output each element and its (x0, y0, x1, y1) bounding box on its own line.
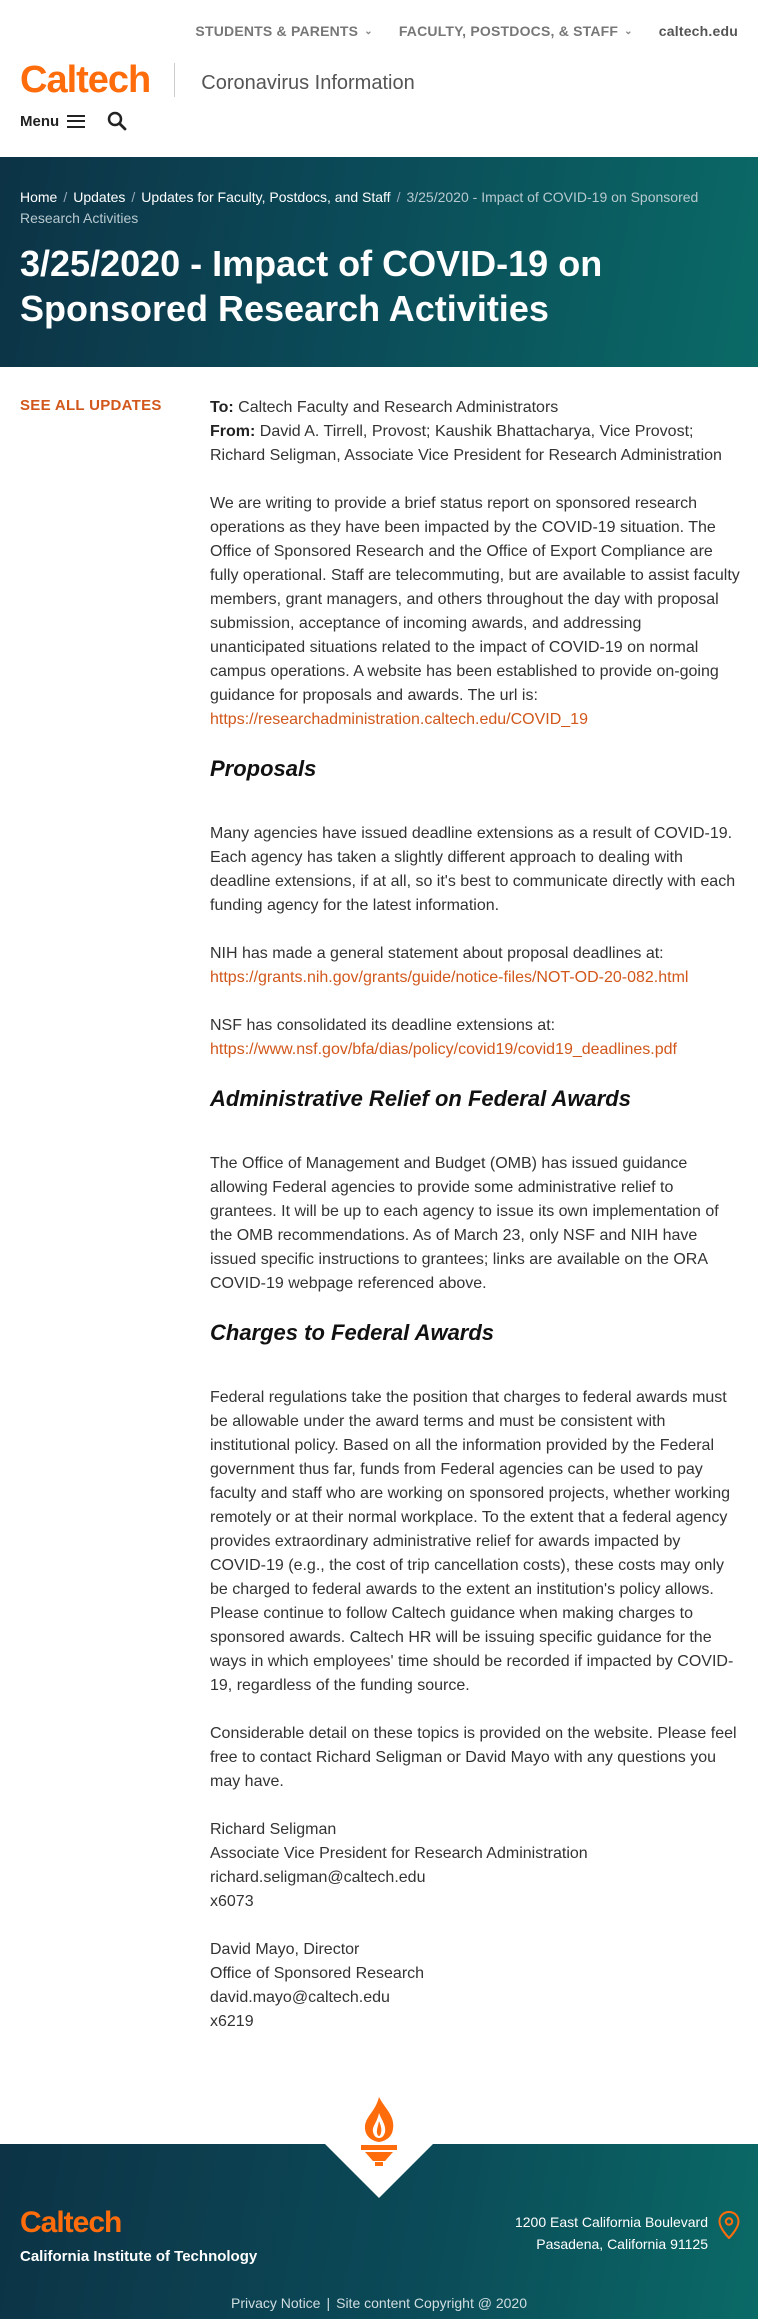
intro-paragraph: We are writing to provide a brief status… (210, 492, 740, 732)
signature-extension: x6219 (210, 2013, 254, 2030)
signature-block: Richard Seligman Associate Vice Presiden… (210, 1818, 740, 1914)
footer-address-line2: Pasadena, California 91125 (536, 2236, 708, 2252)
nih-text: NIH has made a general statement about p… (210, 945, 664, 962)
copyright-text: Site content Copyright @ 2020 (336, 2295, 527, 2311)
nav-faculty-staff[interactable]: FACULTY, POSTDOCS, & STAFF ⌄ (399, 23, 633, 39)
memo-to-label: To: (210, 399, 234, 416)
footer-separator: | (326, 2295, 331, 2311)
intro-text: We are writing to provide a brief status… (210, 495, 740, 704)
menu-label: Menu (20, 112, 60, 130)
chevron-down-icon: ⌄ (364, 25, 373, 37)
signature-name: Richard Seligman (210, 1821, 337, 1838)
signatures: Richard Seligman Associate Vice Presiden… (210, 1818, 740, 2034)
signature-name: David Mayo, Director (210, 1941, 360, 1958)
footer-institution-name: California Institute of Technology (20, 2248, 258, 2265)
nav-caltech-edu-link[interactable]: caltech.edu (659, 23, 738, 39)
page-hero: Home / Updates / Updates for Faculty, Postdo… (0, 157, 758, 367)
breadcrumb-home[interactable]: Home (20, 189, 57, 205)
breadcrumb-faculty-updates[interactable]: Updates for Faculty, Postdocs, and Staff (141, 189, 390, 205)
chevron-down-icon: ⌄ (624, 25, 633, 37)
breadcrumb-separator: / (396, 189, 401, 205)
menu-row: Menu (0, 98, 758, 152)
footer-caltech-logo[interactable]: Caltech (20, 2206, 122, 2240)
section-heading-proposals: Proposals (210, 756, 317, 781)
breadcrumb-separator: / (63, 189, 68, 205)
breadcrumb-updates[interactable]: Updates (73, 189, 125, 205)
nav-students-parents-label: STUDENTS & PARENTS (195, 23, 359, 39)
memo-to-value: Caltech Faculty and Research Administrat… (238, 399, 559, 416)
nav-faculty-staff-label: FACULTY, POSTDOCS, & STAFF (398, 23, 619, 39)
memo-to: To: Caltech Faculty and Research Adminis… (210, 396, 740, 420)
brand-row: Caltech Coronavirus Information (0, 59, 758, 101)
memo-header: To: Caltech Faculty and Research Adminis… (210, 396, 740, 468)
signature-extension: x6073 (210, 1893, 254, 1910)
nsf-paragraph: NSF has consolidated its deadline extens… (210, 1014, 740, 1062)
nsf-deadlines-link[interactable]: https://www.nsf.gov/bfa/dias/policy/covi… (210, 1041, 677, 1058)
page-title: 3/25/2020 - Impact of COVID-19 on Sponso… (20, 243, 603, 329)
signature-email: david.mayo@caltech.edu (210, 1989, 390, 2006)
brand-divider (174, 63, 176, 97)
section-heading-charges: Charges to Federal Awards (210, 1320, 495, 1345)
torch-icon (361, 2097, 397, 2166)
signature-title: Office of Sponsored Research (210, 1965, 425, 1982)
signature-email: richard.seligman@caltech.edu (210, 1869, 426, 1886)
section-heading-admin-relief: Administrative Relief on Federal Awards (210, 1086, 631, 1111)
search-icon[interactable] (107, 111, 127, 131)
contact-paragraph: Considerable detail on these topics is p… (210, 1725, 737, 1790)
footer-bottom-bar: Privacy Notice | Site content Copyright @ … (0, 2295, 758, 2311)
article-body: To: Caltech Faculty and Research Adminis… (210, 396, 740, 2058)
nih-paragraph: NIH has made a general statement about p… (210, 942, 740, 990)
signature-title: Associate Vice President for Research Ad… (210, 1845, 588, 1862)
breadcrumb: Home / Updates / Updates for Faculty, Postdo… (20, 187, 738, 229)
footer-address-line1: 1200 East California Boulevard (514, 2214, 708, 2230)
charges-paragraph: Federal regulations take the position th… (210, 1389, 734, 1694)
nih-deadlines-link[interactable]: https://grants.nih.gov/grants/guide/noti… (210, 969, 688, 986)
nsf-text: NSF has consolidated its deadline extens… (210, 1017, 556, 1034)
caltech-logo[interactable]: Caltech (20, 59, 151, 102)
map-pin-icon[interactable] (718, 2211, 740, 2239)
privacy-notice-link[interactable]: Privacy Notice (231, 2295, 320, 2311)
memo-from-label: From: (210, 423, 256, 440)
see-all-updates-link[interactable]: SEE ALL UPDATES (20, 397, 162, 414)
proposals-paragraph: Many agencies have issued deadline exten… (210, 825, 736, 914)
memo-from-value: David A. Tirrell, Provost; Kaushik Bhatt… (210, 423, 722, 464)
covid-guidance-link[interactable]: https://researchadministration.caltech.e… (210, 711, 588, 728)
menu-button[interactable]: Menu (20, 112, 86, 130)
admin-relief-paragraph: The Office of Management and Budget (OMB… (210, 1155, 719, 1292)
memo-from: From: David A. Tirrell, Provost; Kaushik… (210, 420, 740, 468)
breadcrumb-separator: / (131, 189, 136, 205)
nav-students-parents[interactable]: STUDENTS & PARENTS ⌄ (195, 23, 372, 39)
site-name[interactable]: Coronavirus Information (201, 72, 414, 95)
footer-address: 1200 East California Boulevard Pasadena,… (515, 2211, 708, 2255)
signature-block: David Mayo, Director Office of Sponsored… (210, 1938, 740, 2034)
utility-nav: STUDENTS & PARENTS ⌄ FACULTY, POSTDOCS, … (0, 0, 758, 62)
hamburger-icon (67, 114, 86, 128)
